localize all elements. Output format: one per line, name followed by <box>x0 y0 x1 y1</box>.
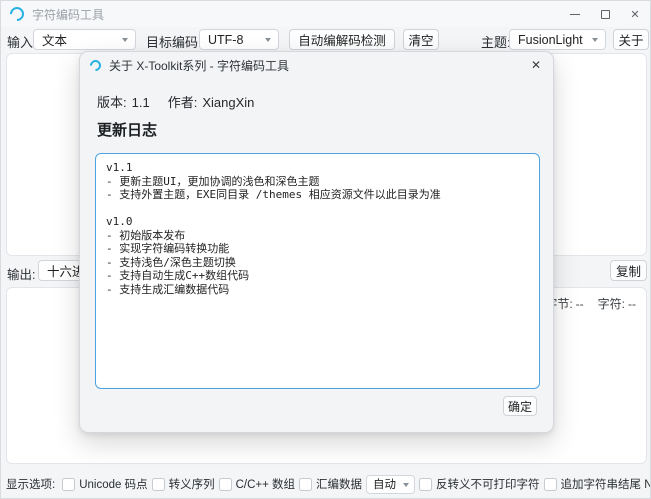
dialog-title: 关于 X-Toolkit系列 - 字符编码工具 <box>109 57 289 74</box>
version-value: 1.1 <box>132 95 150 110</box>
author-value: XiangXin <box>202 95 254 110</box>
chevron-down-icon <box>122 38 128 42</box>
display-options-bar: 显示选项: Unicode 码点 转义序列 C/C++ 数组 汇编数据 自动 反… <box>1 468 651 499</box>
byte-count-value: -- <box>576 297 584 311</box>
option-unicode-codepoint[interactable]: Unicode 码点 <box>62 476 147 492</box>
option-label: 反转义不可打印字符 <box>436 476 540 492</box>
app-window: 字符编码工具 ✕ 输入: 文本 目标编码: UTF-8 自动编解码检测 清空 主… <box>0 0 651 499</box>
target-encoding-value: UTF-8 <box>208 33 243 47</box>
output-label: 输出: <box>7 264 35 283</box>
app-logo-icon <box>7 4 27 24</box>
theme-value: FusionLight <box>518 33 583 47</box>
checkbox-unicode-codepoint[interactable] <box>62 478 75 491</box>
checkbox-escape-sequence[interactable] <box>152 478 165 491</box>
option-label: 追加字符串结尾 NUL <box>561 476 651 492</box>
asm-format-value: 自动 <box>373 476 396 492</box>
input-mode-value: 文本 <box>42 30 67 49</box>
maximize-icon <box>601 10 610 19</box>
version-label: 版本: <box>97 95 127 110</box>
option-label: Unicode 码点 <box>79 476 147 492</box>
dialog-app-icon <box>88 57 104 73</box>
auto-detect-button[interactable]: 自动编解码检测 <box>289 29 395 50</box>
option-label: 汇编数据 <box>316 476 362 492</box>
dialog-titlebar: 关于 X-Toolkit系列 - 字符编码工具 ✕ <box>80 52 553 78</box>
chevron-down-icon <box>403 483 409 487</box>
option-asm-data[interactable]: 汇编数据 <box>299 476 362 492</box>
option-label: 转义序列 <box>169 476 215 492</box>
checkbox-c-array[interactable] <box>219 478 232 491</box>
asm-format-select[interactable]: 自动 <box>366 475 415 494</box>
maximize-button[interactable] <box>590 1 620 27</box>
chevron-down-icon <box>592 38 598 42</box>
encoding-label: 目标编码: <box>146 32 202 51</box>
changelog-heading: 更新日志 <box>97 119 157 140</box>
clear-button[interactable]: 清空 <box>403 29 439 50</box>
titlebar: 字符编码工具 ✕ <box>1 1 650 27</box>
window-controls: ✕ <box>560 1 650 27</box>
chevron-down-icon <box>265 38 271 42</box>
option-unescape-nonprintable[interactable]: 反转义不可打印字符 <box>419 476 540 492</box>
option-escape-sequence[interactable]: 转义序列 <box>152 476 215 492</box>
minimize-icon <box>570 14 580 15</box>
checkbox-asm-data[interactable] <box>299 478 312 491</box>
theme-label: 主题: <box>481 32 511 51</box>
window-title: 字符编码工具 <box>32 6 104 23</box>
version-line: 版本: 1.1 作者: XiangXin <box>97 92 254 111</box>
input-mode-select[interactable]: 文本 <box>33 29 136 50</box>
target-encoding-select[interactable]: UTF-8 <box>199 29 279 50</box>
char-count-label: 字符: <box>598 297 625 311</box>
option-c-array[interactable]: C/C++ 数组 <box>219 476 295 492</box>
close-icon: ✕ <box>630 8 639 21</box>
ok-button[interactable]: 确定 <box>503 396 537 416</box>
checkbox-append-nul[interactable] <box>544 478 557 491</box>
copy-button[interactable]: 复制 <box>610 260 647 281</box>
about-button[interactable]: 关于 <box>613 29 649 50</box>
option-append-nul[interactable]: 追加字符串结尾 NUL <box>544 476 651 492</box>
author-label: 作者: <box>168 95 198 110</box>
theme-select[interactable]: FusionLight <box>509 29 606 50</box>
about-dialog: 关于 X-Toolkit系列 - 字符编码工具 ✕ 版本: 1.1 作者: Xiang… <box>79 51 554 433</box>
char-count-value: -- <box>628 297 636 311</box>
changelog-textarea[interactable]: v1.1 - 更新主题UI，更加协调的浅色和深色主题 - 支持外置主题，EXE同… <box>95 153 540 389</box>
display-options-label: 显示选项: <box>6 476 55 492</box>
byte-char-stats: 字节:--字符:-- <box>542 295 636 312</box>
option-label: C/C++ 数组 <box>236 476 295 492</box>
close-button[interactable]: ✕ <box>620 1 650 27</box>
checkbox-unescape-nonprintable[interactable] <box>419 478 432 491</box>
dialog-close-icon[interactable]: ✕ <box>531 58 541 72</box>
minimize-button[interactable] <box>560 1 590 27</box>
